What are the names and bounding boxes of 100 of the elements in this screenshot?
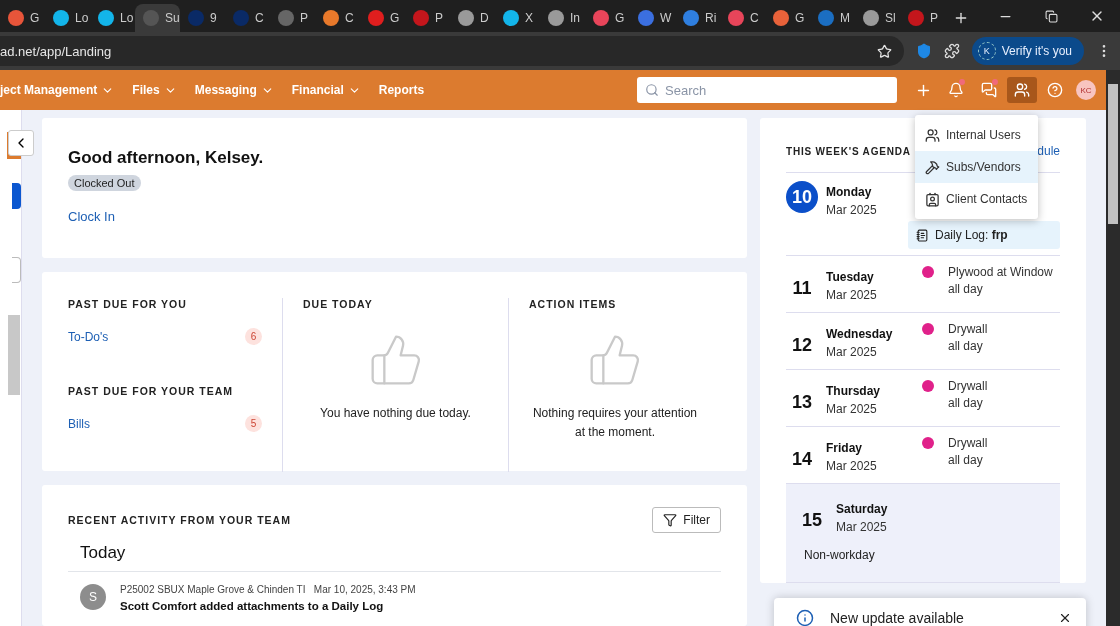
event-time: all day [948, 452, 984, 470]
filter-icon [663, 513, 678, 527]
event-title[interactable]: Plywood at Window [948, 264, 1053, 282]
user-avatar[interactable]: KC [1076, 80, 1096, 100]
menu-item[interactable]: Internal Users [915, 119, 1038, 151]
day-number: 15 [801, 508, 823, 532]
browser-tab[interactable]: In [540, 4, 585, 32]
day-number: 14 [791, 447, 813, 471]
browser-tab[interactable]: Sl [855, 4, 900, 32]
count-badge: 6 [245, 328, 262, 345]
empty-message: You have nothing due today. [320, 405, 471, 422]
info-icon [796, 609, 814, 626]
month: Mar 2025 [826, 203, 877, 217]
status-badge: Clocked Out [68, 175, 141, 191]
greeting-title: Good afternoon, Kelsey. [68, 148, 265, 168]
browser-tab[interactable]: P [270, 4, 315, 32]
menu-item[interactable]: Client Contacts [915, 183, 1038, 215]
section-heading: RECENT ACTIVITY FROM YOUR TEAM [68, 514, 291, 526]
browser-tab[interactable]: G [0, 4, 45, 32]
browser-tab[interactable]: Ri [675, 4, 720, 32]
close-icon[interactable] [1058, 611, 1072, 625]
browser-tab[interactable]: G [585, 4, 630, 32]
hammer-icon [925, 159, 940, 175]
browser-tab[interactable]: X [495, 4, 540, 32]
weekday: Thursday [826, 384, 880, 398]
browser-tab[interactable]: M [810, 4, 855, 32]
agenda-title: THIS WEEK'S AGENDA [786, 145, 911, 157]
user-avatar: S [80, 584, 106, 610]
weekday: Friday [826, 441, 863, 455]
browser-tab[interactable]: C [720, 4, 765, 32]
scrollbar-thumb[interactable] [1108, 84, 1118, 224]
log-label: Daily Log: frp [935, 228, 1008, 242]
due-link[interactable]: To-Do's [68, 329, 109, 344]
section-heading: DUE TODAY [303, 298, 374, 310]
browser-tab[interactable]: G [765, 4, 810, 32]
collapse-button[interactable] [8, 130, 34, 156]
event-time: all day [948, 338, 984, 356]
month: Mar 2025 [826, 345, 878, 359]
help-icon [1047, 82, 1063, 98]
event-title[interactable]: Drywall [948, 435, 988, 453]
due-link[interactable]: Bills [68, 416, 90, 431]
browser-tab[interactable]: G [360, 4, 405, 32]
activity-text[interactable]: Scott Comfort added attachments to a Daily Log [120, 600, 416, 612]
puzzle-icon[interactable] [943, 43, 960, 59]
section-heading: PAST DUE FOR YOUR TEAM [68, 385, 235, 397]
activity-meta: P25002 SBUX Maple Grove & Chinden TI Mar 10, 2025, 3:43 PM [120, 584, 416, 595]
weekday: Saturday [836, 502, 888, 516]
daily-log-chip[interactable]: Daily Log: frp [908, 221, 1060, 249]
browser-tab[interactable]: C [315, 4, 360, 32]
browser-tab[interactable]: 9 [180, 4, 225, 32]
month: Mar 2025 [826, 288, 877, 302]
empty-message: Nothing requires your attention at the moment. [531, 405, 699, 441]
weekday: Monday [826, 185, 873, 199]
group-heading: Today [68, 533, 721, 572]
day-number: 10 [786, 181, 818, 213]
weekday: Wednesday [826, 327, 893, 341]
section-heading: ACTION ITEMS [529, 298, 618, 310]
shield-icon[interactable] [915, 43, 932, 59]
clock-in-link[interactable]: Clock In [68, 209, 721, 224]
notebook-icon [916, 228, 929, 242]
browser-tab[interactable]: Lo [45, 4, 90, 32]
star-icon[interactable] [876, 43, 892, 59]
toast-message: New update available [830, 610, 964, 626]
bell-icon [948, 82, 964, 98]
sidebar-button[interactable] [12, 183, 21, 209]
profile-button[interactable]: K Verify it's you [971, 37, 1085, 65]
schedule-link[interactable]: dule [1037, 144, 1060, 158]
browser-tab[interactable]: P [405, 4, 450, 32]
people-icon [925, 127, 940, 143]
menu-item[interactable]: Subs/Vendors [915, 151, 1038, 183]
event-time: all day [948, 281, 984, 299]
day-number: 13 [791, 390, 813, 414]
address-field[interactable]: ad.net/app/Landing [0, 36, 904, 66]
month: Mar 2025 [826, 402, 878, 416]
browser-tab[interactable]: C [225, 4, 270, 32]
sidebar-field[interactable] [12, 257, 21, 283]
people-button[interactable] [1007, 77, 1037, 103]
browser-tab[interactable]: Su [135, 4, 180, 32]
browser-tab[interactable]: W [630, 4, 675, 32]
filter-button[interactable]: Filter [652, 507, 721, 533]
section-heading: PAST DUE FOR YOU [68, 298, 188, 310]
browser-tab[interactable]: Lo [90, 4, 135, 32]
day-note: Non-workday [804, 548, 876, 562]
search-icon [645, 83, 659, 97]
sidebar-scrollbar[interactable] [8, 315, 20, 395]
event-time: all day [948, 395, 984, 413]
browser-tab[interactable]: P [900, 4, 945, 32]
browser-tab[interactable]: D [450, 4, 495, 32]
new-tab-icon[interactable] [953, 10, 969, 26]
month: Mar 2025 [826, 459, 877, 473]
event-title[interactable]: Drywall [948, 378, 988, 396]
month: Mar 2025 [836, 520, 888, 534]
restore-icon[interactable] [1044, 9, 1058, 23]
day-number: 11 [791, 276, 813, 300]
day-number: 12 [791, 333, 813, 357]
weekday: Tuesday [826, 270, 875, 284]
chat-icon [981, 82, 997, 98]
people-icon [1014, 82, 1030, 98]
contact-book-icon [925, 191, 940, 207]
event-title[interactable]: Drywall [948, 321, 988, 339]
